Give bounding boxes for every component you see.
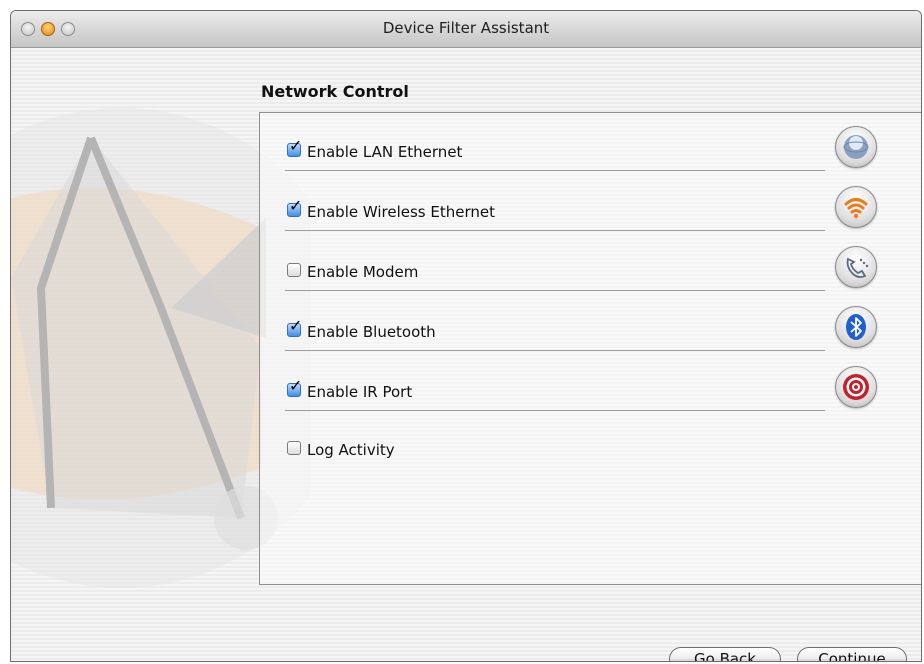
option-label-log: Log Activity [307,441,395,459]
option-row-bluetooth[interactable]: ✓ Enable Bluetooth [285,303,825,351]
option-label-lan: Enable LAN Ethernet [307,143,463,161]
wireless-icon [835,186,877,228]
divider [285,350,825,351]
option-row-wireless[interactable]: ✓ Enable Wireless Ethernet [285,183,825,231]
option-row-lan[interactable]: ✓ Enable LAN Ethernet [285,123,825,171]
divider [285,230,825,231]
divider [285,170,825,171]
checkbox-wireless[interactable]: ✓ [287,198,302,217]
checkbox-modem[interactable] [287,263,301,277]
checkbox-log[interactable] [287,441,301,455]
section-title: Network Control [261,82,409,101]
checkbox-bluetooth[interactable]: ✓ [287,318,302,337]
options-panel: ✓ Enable LAN Ethernet ✓ Enable Wireless … [259,112,921,585]
option-row-ir[interactable]: ✓ Enable IR Port [285,363,825,411]
continue-button[interactable]: Continue [797,647,907,661]
title-bar: Device Filter Assistant [11,11,921,48]
checkbox-ir[interactable]: ✓ [287,378,302,397]
checkbox-lan[interactable]: ✓ [287,138,302,157]
window-title: Device Filter Assistant [382,19,550,37]
option-label-ir: Enable IR Port [307,383,413,401]
option-label-modem: Enable Modem [307,263,419,281]
option-label-wireless: Enable Wireless Ethernet [307,203,496,221]
option-row-log[interactable]: Log Activity [285,421,825,469]
ethernet-globe-icon [835,126,877,168]
content-area: Network Control ✓ Enable LAN Ethernet ✓ … [11,48,921,661]
divider [285,290,825,291]
option-label-bluetooth: Enable Bluetooth [307,323,436,341]
bluetooth-icon [835,306,877,348]
option-row-modem[interactable]: Enable Modem [285,243,825,291]
divider [285,410,825,411]
infrared-target-icon [835,366,877,408]
modem-phone-icon [835,246,877,288]
go-back-button[interactable]: Go Back [669,647,781,661]
assistant-window: Device Filter Assistant Network Control … [10,10,922,662]
